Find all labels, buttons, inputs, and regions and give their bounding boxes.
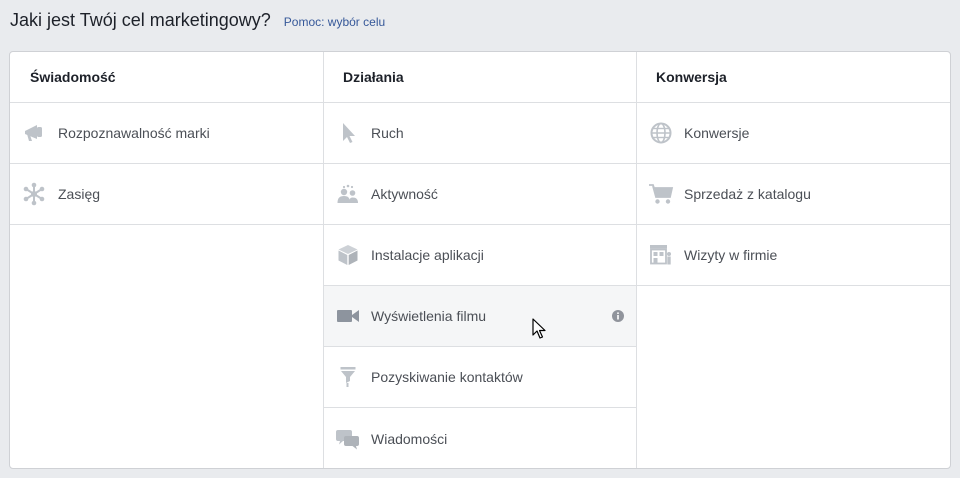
storefront-icon [648, 242, 674, 268]
chat-bubbles-icon [335, 426, 361, 452]
objective-traffic[interactable]: Ruch [324, 103, 636, 164]
objective-store-visits[interactable]: Wizyty w firmie [637, 225, 950, 286]
objective-lead-generation[interactable]: Pozyskiwanie kontaktów [324, 347, 636, 408]
objective-label: Wizyty w firmie [684, 247, 778, 263]
box-icon [335, 242, 361, 268]
info-icon[interactable] [612, 309, 624, 322]
column-title: Działania [324, 52, 636, 103]
objective-label: Wyświetlenia filmu [371, 308, 487, 324]
objective-label: Sprzedaż z katalogu [684, 186, 811, 202]
globe-icon [648, 120, 674, 146]
objective-video-views[interactable]: Wyświetlenia filmu [324, 286, 636, 347]
cart-icon [648, 181, 674, 207]
column-title: Konwersja [637, 52, 950, 103]
column-title: Świadomość [10, 52, 323, 103]
pointer-icon [335, 120, 361, 146]
objective-app-installs[interactable]: Instalacje aplikacji [324, 225, 636, 286]
objective-engagement[interactable]: Aktywność [324, 164, 636, 225]
video-camera-icon [335, 303, 361, 329]
funnel-icon [335, 364, 361, 390]
column-consideration: Działania Ruch Aktywność Instalacje apli… [324, 52, 637, 468]
objective-header: Jaki jest Twój cel marketingowy? Pomoc: … [10, 10, 385, 31]
objective-label: Wiadomości [371, 430, 448, 447]
objective-label: Aktywność [371, 186, 438, 202]
column-awareness: Świadomość Rozpoznawalność marki Zasięg [10, 52, 324, 468]
column-conversion: Konwersja Konwersje Sprzedaż z katalogu … [637, 52, 950, 468]
objective-brand-awareness[interactable]: Rozpoznawalność marki [10, 103, 323, 164]
megaphone-icon [21, 120, 47, 146]
people-icon [335, 181, 361, 207]
objective-label: Pozyskiwanie kontaktów [371, 369, 523, 385]
objective-label: Zasięg [58, 186, 101, 202]
objective-catalog-sales[interactable]: Sprzedaż z katalogu [637, 164, 950, 225]
objective-panel: Świadomość Rozpoznawalność marki Zasięg … [9, 51, 951, 469]
objective-conversions[interactable]: Konwersje [637, 103, 950, 164]
page-title: Jaki jest Twój cel marketingowy? [10, 10, 271, 30]
help-link[interactable]: Pomoc: wybór celu [284, 15, 385, 29]
objective-label: Ruch [371, 125, 404, 141]
objective-label: Instalacje aplikacji [371, 247, 484, 263]
reach-icon [21, 181, 47, 207]
objective-reach[interactable]: Zasięg [10, 164, 323, 225]
objective-label: Konwersje [684, 125, 750, 141]
objective-label: Rozpoznawalność marki [58, 125, 210, 141]
objective-messages[interactable]: Wiadomości [324, 408, 636, 468]
